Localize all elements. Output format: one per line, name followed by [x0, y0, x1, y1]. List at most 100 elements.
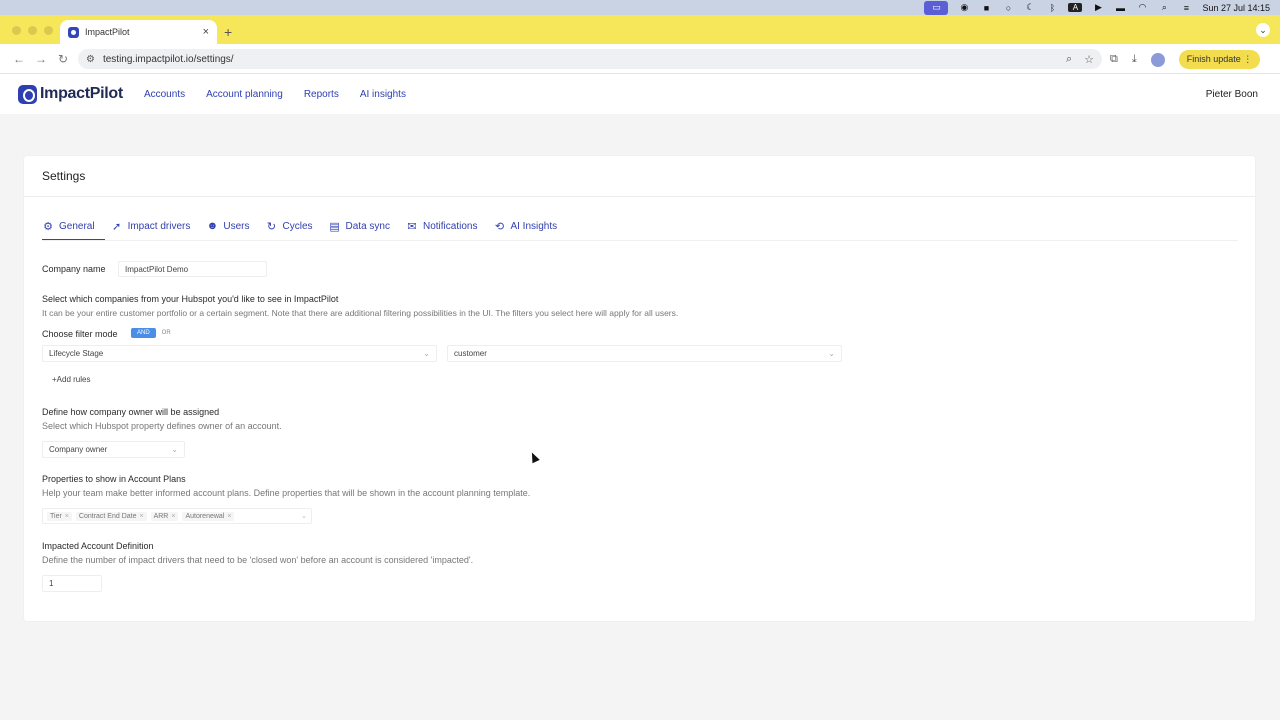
new-tab-button[interactable]: +: [224, 24, 232, 40]
tab-label: AI Insights: [510, 220, 558, 232]
impacted-count-input[interactable]: 1: [42, 575, 102, 592]
app-icon[interactable]: ◉: [958, 2, 970, 12]
chevron-down-icon[interactable]: ⌄: [301, 512, 307, 520]
minimize-window-icon[interactable]: [28, 26, 37, 35]
search-icon[interactable]: ⌕: [1158, 2, 1170, 12]
props-heading: Properties to show in Account Plans: [42, 474, 186, 484]
chip: ARR ×: [150, 511, 179, 521]
address-bar[interactable]: ⚙ testing.impactpilot.io/settings/ ⌕ ☆: [78, 49, 1102, 69]
owner-select[interactable]: Company owner ⌄: [42, 441, 185, 458]
moon-icon[interactable]: ☾: [1024, 2, 1036, 12]
tab-general[interactable]: ⚙ General: [42, 217, 105, 241]
zoom-window-icon[interactable]: [44, 26, 53, 35]
props-multiselect[interactable]: Tier × Contract End Date × ARR × Autorenewa…: [42, 508, 312, 524]
tab-users[interactable]: ☻ Users: [206, 217, 257, 235]
reload-icon[interactable]: ↻: [52, 52, 74, 66]
filter-property-select[interactable]: Lifecycle Stage ⌄: [42, 345, 437, 362]
tab-label: Cycles: [282, 220, 313, 232]
chevron-down-icon: ⌄: [171, 445, 178, 454]
site-info-icon[interactable]: ⚙: [86, 54, 95, 65]
settings-card: Settings ⚙ General ➚ Impact drivers ☻ Us…: [24, 156, 1255, 621]
cycle-icon: ↻: [266, 220, 277, 233]
chip-remove-icon[interactable]: ×: [65, 513, 69, 520]
profile-avatar[interactable]: [1150, 52, 1165, 67]
chip-remove-icon[interactable]: ×: [171, 513, 175, 520]
url-text[interactable]: testing.impactpilot.io/settings/: [103, 54, 234, 65]
camera-icon[interactable]: ■: [980, 3, 992, 13]
filter-mode-and[interactable]: AND: [131, 328, 156, 338]
settings-tabs: ⚙ General ➚ Impact drivers ☻ Users ↻ Cyc…: [42, 217, 573, 241]
nav-account-planning[interactable]: Account planning: [206, 89, 283, 100]
menubar-clock[interactable]: Sun 27 Jul 14:15: [1202, 3, 1270, 13]
extensions-icon[interactable]: ⧉: [1110, 53, 1118, 66]
mail-icon: ✉: [407, 220, 417, 233]
back-arrow-icon[interactable]: ←: [8, 52, 30, 66]
filter-mode-toggle: AND OR: [131, 328, 177, 338]
browser-tab-strip: ImpactPilot × + ⌄: [0, 15, 1280, 44]
tab-ai-insights[interactable]: ⟲ AI Insights: [493, 217, 565, 235]
downloads-icon[interactable]: ⤓: [1132, 53, 1137, 66]
tab-cycles[interactable]: ↻ Cycles: [266, 217, 321, 235]
chip: Contract End Date ×: [75, 511, 147, 521]
impacted-heading: Impacted Account Definition: [42, 541, 154, 551]
finish-update-button[interactable]: Finish update ⋮: [1178, 50, 1261, 69]
chip-label: Contract End Date: [78, 512, 137, 520]
tab-label: Notifications: [422, 220, 478, 232]
nav-ai-insights[interactable]: AI insights: [360, 89, 406, 100]
zoom-icon[interactable]: ⌕: [1066, 53, 1072, 66]
nav-reports[interactable]: Reports: [304, 89, 339, 100]
logo-text: ImpactPilot: [40, 85, 123, 102]
company-name-input[interactable]: ImpactPilot Demo: [118, 261, 267, 277]
close-window-icon[interactable]: [12, 26, 21, 35]
chip: Tier ×: [47, 511, 72, 521]
tab-data-sync[interactable]: ▤ Data sync: [329, 217, 398, 235]
filter-mode-or[interactable]: OR: [156, 328, 177, 338]
user-name[interactable]: Pieter Boon: [1206, 89, 1258, 100]
tab-label: Data sync: [345, 220, 390, 232]
forward-arrow-icon[interactable]: →: [30, 52, 52, 66]
screen-record-icon[interactable]: ▭: [924, 0, 949, 15]
circle-icon[interactable]: ○: [1002, 3, 1014, 13]
filter-mode-label: Choose filter mode: [42, 329, 118, 339]
companies-hint: It can be your entire customer portfolio…: [42, 308, 679, 318]
chip-label: ARR: [153, 512, 169, 520]
rocket-icon: ➚: [111, 220, 122, 233]
page-title: Settings: [42, 169, 86, 183]
tab-label: General: [59, 220, 95, 232]
tab-label: Users: [223, 220, 250, 232]
nav-accounts[interactable]: Accounts: [144, 89, 185, 100]
chip-label: Autorenewal: [185, 512, 225, 520]
chip-label: Tier: [50, 512, 62, 520]
chip-remove-icon[interactable]: ×: [139, 513, 143, 520]
companies-heading: Select which companies from your Hubspot…: [42, 294, 339, 304]
chip-remove-icon[interactable]: ×: [227, 513, 231, 520]
tab-notifications[interactable]: ✉ Notifications: [406, 217, 485, 235]
control-center-icon[interactable]: ≡: [1180, 3, 1192, 13]
tab-impact-drivers[interactable]: ➚ Impact drivers: [111, 217, 199, 235]
impactpilot-logo-icon: [18, 84, 37, 104]
finish-update-label: Finish update: [1186, 54, 1241, 64]
filter-value-select[interactable]: customer ⌄: [447, 345, 842, 362]
chevron-down-icon: ⌄: [828, 349, 835, 358]
company-name-label: Company name: [42, 264, 106, 274]
impactpilot-logo[interactable]: ImpactPilot: [18, 84, 123, 104]
users-icon: ☻: [206, 220, 219, 232]
database-icon: ▤: [329, 220, 340, 233]
keyboard-input-icon[interactable]: A: [1068, 3, 1083, 12]
owner-hint: Select which Hubspot property defines ow…: [42, 421, 282, 431]
add-rules-button[interactable]: +Add rules: [52, 375, 90, 384]
bluetooth-icon[interactable]: ᛒ: [1046, 3, 1058, 13]
play-icon[interactable]: ▶: [1092, 2, 1104, 12]
refresh-icon: ⟲: [494, 220, 505, 233]
owner-heading: Define how company owner will be assigne…: [42, 407, 220, 417]
battery-icon[interactable]: ▬: [1114, 3, 1126, 13]
props-hint: Help your team make better informed acco…: [42, 488, 531, 498]
bookmark-star-icon[interactable]: ☆: [1084, 53, 1094, 66]
wifi-icon[interactable]: ◠: [1136, 2, 1148, 12]
window-controls: [12, 26, 53, 35]
tab-search-chevron-icon[interactable]: ⌄: [1256, 23, 1270, 37]
owner-select-value: Company owner: [49, 445, 108, 454]
chevron-down-icon: ⌄: [423, 349, 430, 358]
browser-tab-active[interactable]: ImpactPilot ×: [60, 20, 217, 44]
tab-close-icon[interactable]: ×: [203, 26, 209, 38]
